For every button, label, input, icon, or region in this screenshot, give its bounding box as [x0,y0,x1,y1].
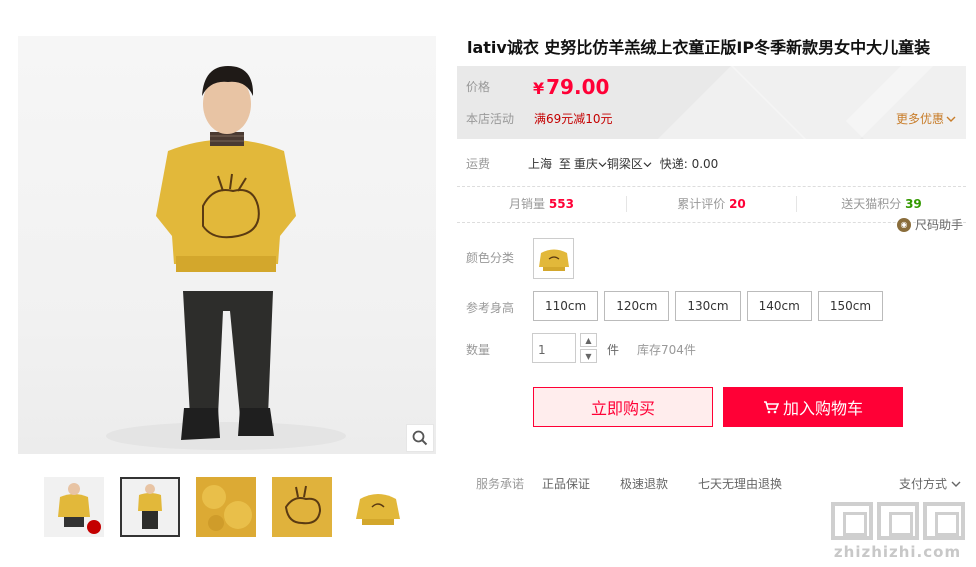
watermark-text: zhizhizhi.com [833,543,962,561]
stat-label: 累计评价 [677,197,726,211]
quantity-label: 数量 [466,343,491,357]
thumbnail-1-image [44,477,104,537]
size-option-130[interactable]: 130cm [675,291,741,321]
stat-monthly-sales: 月销量 553 [457,196,627,212]
size-helper-link[interactable]: ◉ 尺码助手 [897,216,963,233]
district-chevron-icon [643,162,652,168]
quantity-decrease-button[interactable]: ▼ [580,349,597,363]
stat-value: 553 [548,197,574,211]
product-title: lativ诚衣 史努比仿羊羔绒上衣童正版IP冬季新款男女中大儿童装 [467,38,931,57]
more-promo-link[interactable]: 更多优惠 [896,110,956,127]
divider-bottom [457,222,966,223]
stock-count: 库存704件 [637,343,696,357]
watermark-logo [825,502,970,540]
stat-points: 送天猫积分 39 [797,196,966,212]
stat-value: 39 [905,197,922,211]
cart-icon [763,401,779,414]
stat-label: 月销量 [509,197,546,211]
quantity-increase-button[interactable]: ▲ [580,333,597,347]
color-swatch-image [538,249,569,271]
promo-value: 满69元减10元 [534,112,613,126]
thumbnail-2[interactable] [120,477,180,537]
price-amount: 79.00 [546,75,610,99]
service-promises: 服务承诺 正品保证 极速退款 七天无理由退换 [476,475,966,492]
size-options: 110cm 120cm 130cm 140cm 150cm [533,291,884,321]
price-value: ¥79.00 [533,75,609,99]
size-option-120[interactable]: 120cm [604,291,670,321]
watermark: zhizhizhi.com [825,502,970,561]
ship-from: 上海 [528,157,553,171]
zoom-button[interactable] [406,424,434,452]
zoom-icon [412,430,428,446]
thumbnail-strip [44,477,408,537]
size-helper-label: 尺码助手 [915,218,964,232]
thumbnail-5[interactable] [348,477,408,537]
color-option-yellow[interactable] [533,238,574,279]
stats-bar: 月销量 553 累计评价 20 送天猫积分 39 [457,186,966,222]
quantity-unit: 件 [607,343,620,357]
thumbnail-4[interactable] [272,477,332,537]
color-label: 颜色分类 [466,251,515,265]
size-option-140[interactable]: 140cm [746,291,812,321]
service-item-genuine[interactable]: 正品保证 [542,475,590,492]
stat-label: 送天猫积分 [841,197,902,211]
chevron-down-icon [946,116,956,122]
ship-express: 快递: 0.00 [659,157,719,171]
more-promo-label: 更多优惠 [895,112,944,126]
quantity-input[interactable]: 1 [532,333,576,363]
size-option-150[interactable]: 150cm [817,291,884,321]
service-item-7day-return[interactable]: 七天无理由退换 [698,475,782,492]
ship-city: 重庆 [573,157,598,171]
stat-reviews[interactable]: 累计评价 20 [627,196,797,212]
thumbnail-2-image [122,479,178,535]
thumbnail-1[interactable] [44,477,104,537]
shipping-label: 运费 [466,157,491,171]
price-label: 价格 [466,80,491,94]
promo-label: 本店活动 [466,112,515,126]
service-label: 服务承诺 [476,477,525,491]
main-product-image[interactable] [18,36,436,454]
chevron-down-icon [951,481,961,487]
add-to-cart-button[interactable]: 加入购物车 [723,387,903,427]
price-panel: 价格 ¥79.00 本店活动 满69元减10元 更多优惠 [457,66,966,139]
payment-label: 支付方式 [899,477,948,491]
ship-to-word: 至 [558,157,571,171]
payment-methods-dropdown[interactable]: 支付方式 [899,475,961,492]
buy-now-button[interactable]: 立即购买 [533,387,713,427]
product-photo [106,66,346,450]
size-label: 参考身高 [466,301,515,315]
thumbnail-3[interactable] [196,477,256,537]
ship-district: 铜梁区 [606,157,643,171]
size-option-110[interactable]: 110cm [533,291,599,321]
service-item-fast-refund[interactable]: 极速退款 [620,475,668,492]
add-to-cart-label: 加入购物车 [782,399,863,418]
currency-symbol: ¥ [533,79,545,98]
size-helper-icon: ◉ [897,217,911,232]
city-chevron-icon [598,162,607,168]
thumbnail-5-image [348,477,408,537]
shipping-destination[interactable]: 上海 至重庆 铜梁区 快递: 0.00 [528,155,718,172]
thumbnail-4-image [272,477,332,537]
thumbnail-3-image [196,477,256,537]
stat-value: 20 [729,197,746,211]
